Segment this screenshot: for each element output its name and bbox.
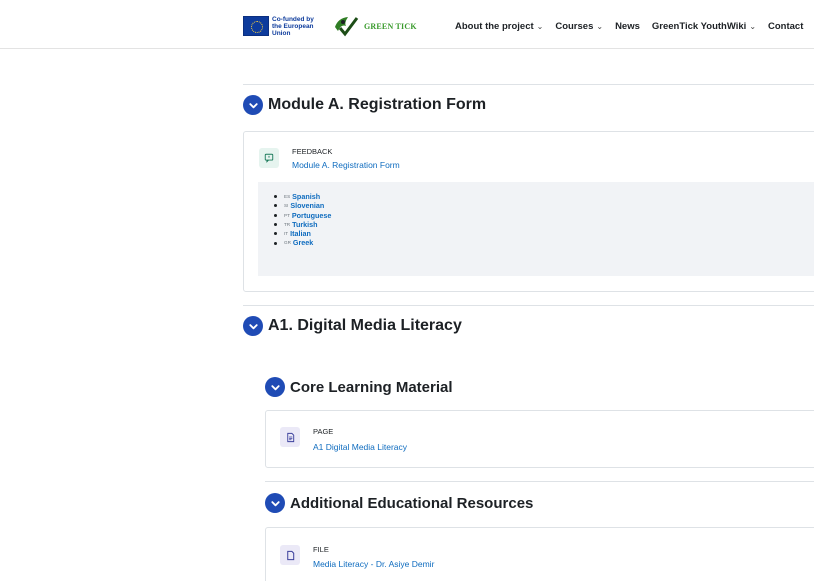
nav-label: Contact	[768, 21, 804, 32]
list-item: PT Portuguese	[274, 211, 331, 220]
collapse-chevron-icon[interactable]	[265, 493, 285, 513]
list-item: SI Slovenian	[274, 201, 331, 210]
activity-link-media-literacy-file[interactable]: Media Literacy - Dr. Asiye Demir	[313, 559, 434, 569]
activity-type-label: FEEDBACK	[292, 147, 333, 156]
activity-link-a1-page[interactable]: A1 Digital Media Literacy	[313, 442, 407, 452]
activity-type-label: PAGE	[313, 427, 334, 436]
section-title[interactable]: A1. Digital Media Literacy	[268, 317, 462, 335]
bullet	[274, 213, 277, 217]
list-item: ES Spanish	[274, 192, 331, 201]
eu-funding-text: Co-funded by the European Union	[272, 15, 314, 37]
bullet	[274, 204, 277, 208]
section-divider	[265, 481, 814, 482]
brand-logos[interactable]: Co-funded by the European Union GREEN TI…	[243, 14, 417, 38]
collapse-chevron-icon[interactable]	[265, 377, 285, 397]
navbar-divider	[0, 48, 814, 49]
subsection-core-header: Core Learning Material	[265, 377, 453, 397]
language-link[interactable]: Slovenian	[290, 201, 324, 210]
activity-link-registration-form[interactable]: Module A. Registration Form	[292, 160, 400, 170]
bullet	[274, 195, 277, 199]
language-link[interactable]: Spanish	[292, 192, 320, 201]
section-divider	[243, 305, 814, 306]
section-module-a-header: Module A. Registration Form	[243, 95, 486, 115]
collapse-chevron-icon[interactable]	[243, 316, 263, 336]
list-item: GR Greek	[274, 238, 331, 247]
top-navbar: Co-funded by the European Union GREEN TI…	[0, 0, 814, 48]
green-tick-logo-icon	[335, 17, 359, 37]
subsection-additional-header: Additional Educational Resources	[265, 493, 533, 513]
language-code: GR	[284, 240, 291, 246]
section-a1-header: A1. Digital Media Literacy	[243, 316, 462, 336]
nav-label: About the project	[455, 21, 534, 32]
collapse-chevron-icon[interactable]	[243, 95, 263, 115]
nav-contact[interactable]: Contact	[768, 21, 803, 32]
bullet	[274, 241, 277, 245]
language-link[interactable]: Portuguese	[292, 211, 332, 220]
language-list: ES Spanish SI Slovenian PT Portuguese TR Tur…	[274, 192, 331, 248]
nav-label: News	[615, 21, 640, 32]
activity-type-label: FILE	[313, 545, 329, 554]
languages-panel	[258, 182, 814, 276]
nav-courses[interactable]: Courses ⌄	[555, 21, 603, 32]
nav-label: GreenTick YouthWiki	[651, 21, 747, 32]
nav-youthwiki[interactable]: GreenTick YouthWiki ⌄	[652, 21, 756, 32]
chevron-down-icon: ⌄	[749, 22, 757, 31]
list-item: IT Italian	[274, 229, 331, 238]
language-code: ES	[284, 194, 291, 199]
language-code: SI	[284, 203, 289, 209]
language-code: IT	[284, 231, 289, 237]
subsection-title[interactable]: Core Learning Material	[290, 379, 453, 396]
language-link[interactable]: Turkish	[292, 220, 317, 229]
chevron-down-icon: ⌄	[536, 22, 544, 31]
list-item: TR Turkish	[274, 220, 331, 229]
subsection-title[interactable]: Additional Educational Resources	[290, 495, 533, 512]
nav-news[interactable]: News	[615, 21, 640, 32]
green-tick-logo-text: GREEN TICK	[364, 21, 417, 31]
feedback-icon	[259, 148, 279, 168]
file-icon	[280, 545, 300, 565]
activity-card-file	[265, 527, 814, 581]
section-title[interactable]: Module A. Registration Form	[268, 96, 486, 114]
nav-about-project[interactable]: About the project ⌄	[455, 21, 543, 32]
eu-flag-icon	[243, 16, 269, 36]
language-code: TR	[284, 221, 291, 227]
activity-card-page	[265, 410, 814, 468]
nav-label: Courses	[555, 21, 594, 32]
bullet	[274, 223, 277, 227]
page-icon	[280, 427, 300, 447]
language-link[interactable]: Italian	[290, 229, 311, 238]
chevron-down-icon: ⌄	[596, 22, 604, 31]
main-nav: About the project ⌄ Courses ⌄ News GreenTi…	[455, 21, 814, 32]
language-link[interactable]: Greek	[293, 238, 313, 247]
bullet	[274, 232, 277, 236]
language-code: PT	[284, 212, 290, 218]
section-divider	[243, 84, 814, 85]
